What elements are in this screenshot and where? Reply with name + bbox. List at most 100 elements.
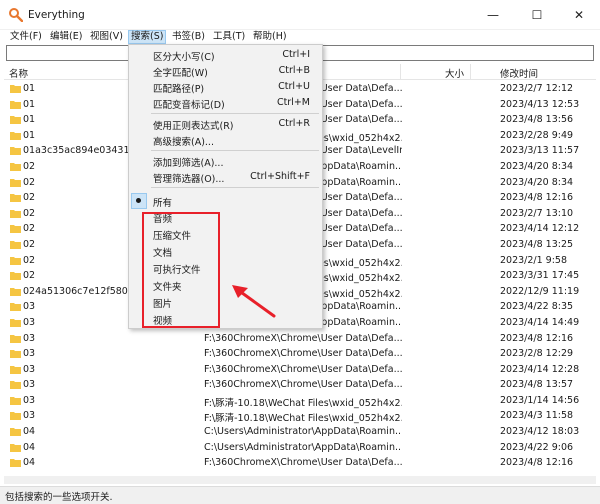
menu-bar: 文件(F) 编辑(E) 视图(V) 搜索(S) 书签(B) 工具(T) 帮助(H… [0,30,600,44]
folder-icon [10,428,21,437]
file-path: F:\豚清-10.18\WeChat Files\wxid_052h4x2... [204,397,402,409]
column-divider[interactable] [470,64,471,80]
folder-icon [10,162,21,171]
menu-separator [151,150,319,151]
table-row[interactable]: 03 F:\360ChromeX\Chrome\User Data\Defa...… [4,362,596,378]
menu-separator [151,113,319,114]
file-modified-time: 2023/4/8 12:16 [500,457,574,469]
file-name: 03 [23,316,36,328]
menu-view[interactable]: 视图(V) [88,30,125,44]
close-icon: ✕ [573,8,585,22]
file-path: F:\360ChromeX\Chrome\User Data\Defa... [204,348,402,360]
column-name[interactable]: 名称 [9,66,28,80]
menu-help[interactable]: 帮助(H) [251,30,289,44]
file-name: 03 [23,410,36,422]
menu-tools[interactable]: 工具(T) [211,30,247,44]
file-name: 03 [23,301,36,313]
file-modified-time: 2023/2/7 12:12 [500,83,574,94]
menu-item-shortcut: Ctrl+R [278,118,310,129]
file-modified-time: 2023/4/12 18:03 [500,426,580,438]
menu-item-match-diacritics[interactable]: 匹配变音标记(D) Ctrl+M [129,95,322,111]
file-modified-time: 2023/4/22 8:35 [500,301,574,313]
menu-item-whole-word[interactable]: 全字匹配(W) Ctrl+B [129,63,322,79]
folder-icon [10,443,21,452]
file-modified-time: 2023/2/8 12:29 [500,348,574,360]
folder-icon [10,178,21,187]
file-name: 03 [23,379,36,391]
menu-item-shortcut: Ctrl+Shift+F [250,171,310,182]
file-name: 01 [23,98,36,110]
column-modified[interactable]: 修改时间 [500,66,538,80]
file-path: F:\360ChromeX\Chrome\User Data\Defa... [204,457,402,469]
file-path: F:\360ChromeX\Chrome\User Data\Defa... [204,379,402,391]
file-name: 02 [23,223,36,235]
file-modified-time: 2023/4/3 11:58 [500,410,574,422]
file-name: 01 [23,114,36,126]
menu-item-match-path[interactable]: 匹配路径(P) Ctrl+U [129,79,322,95]
folder-icon [10,303,21,312]
file-modified-time: 2023/3/13 11:57 [500,145,580,157]
menu-item-filter-all[interactable]: 所有 [129,193,322,209]
maximize-button[interactable]: ☐ [516,0,558,30]
file-modified-time: 2023/4/14 12:12 [500,223,580,235]
folder-icon [10,116,21,125]
menu-item-label: 所有 [153,198,173,209]
table-row[interactable]: 03 F:\360ChromeX\Chrome\User Data\Defa...… [4,377,596,393]
file-name: 01a3c35ac894e0343124 [23,145,142,157]
menu-item-shortcut: Ctrl+B [278,65,310,76]
folder-icon [10,381,21,390]
table-row[interactable]: 04 C:\Users\Administrator\AppData\Roamin.… [4,424,596,440]
everything-app-icon [9,8,23,22]
file-modified-time: 2023/4/13 12:53 [500,98,580,110]
file-name: 02 [23,207,36,219]
horizontal-scrollbar[interactable] [4,476,596,484]
menu-item-match-case[interactable]: 区分大小写(C) Ctrl+I [129,47,322,63]
table-row[interactable]: 03 F:\豚清-10.18\WeChat Files\wxid_052h4x2.… [4,393,596,409]
column-divider[interactable] [400,64,401,80]
folder-icon [10,412,21,421]
file-name: 03 [23,332,36,344]
file-path: F:\豚清-10.18\WeChat Files\wxid_052h4x2... [204,413,402,425]
file-path: F:\360ChromeX\Chrome\User Data\Defa... [204,363,402,375]
menu-separator [151,187,319,188]
menu-search[interactable]: 搜索(S) [128,30,167,44]
folder-icon [10,350,21,359]
table-row[interactable]: 03 F:\豚清-10.18\WeChat Files\wxid_052h4x2.… [4,408,596,424]
file-modified-time: 2023/4/14 14:49 [500,316,580,328]
file-modified-time: 2023/4/8 13:57 [500,379,574,391]
file-path: F:\360ChromeX\Chrome\User Data\Defa... [204,332,402,344]
close-button[interactable]: ✕ [558,0,600,30]
folder-icon [10,209,21,218]
menu-item-regex[interactable]: 使用正则表达式(R) Ctrl+R [129,116,322,132]
table-row[interactable]: 03 F:\360ChromeX\Chrome\User Data\Defa...… [4,346,596,362]
column-size[interactable]: 大小 [445,66,464,80]
menu-item-advanced-search[interactable]: 高级搜索(A)... [129,132,322,148]
folder-icon [10,100,21,109]
menu-bookmarks[interactable]: 书签(B) [170,30,207,44]
file-name: 01 [23,83,36,94]
file-modified-time: 2023/1/14 14:56 [500,394,580,406]
table-row[interactable]: 04 F:\360ChromeX\Chrome\User Data\Defa...… [4,455,596,471]
file-name: 03 [23,348,36,360]
file-name: 02 [23,160,36,172]
menu-edit[interactable]: 编辑(E) [48,30,84,44]
folder-icon [10,147,21,156]
annotation-highlight-box [142,212,220,328]
menu-item-manage-filters[interactable]: 管理筛选器(O)... Ctrl+Shift+F [129,169,322,185]
file-name: 04 [23,441,36,453]
menu-item-label: 使用正则表达式(R) [153,121,234,132]
file-name: 02 [23,238,36,250]
table-row[interactable]: 03 F:\360ChromeX\Chrome\User Data\Defa...… [4,331,596,347]
file-modified-time: 2023/4/14 12:28 [500,363,580,375]
folder-icon [10,365,21,374]
file-modified-time: 2023/2/7 13:10 [500,207,574,219]
file-name: 02 [23,176,36,188]
file-name: 02 [23,192,36,204]
menu-item-label: 添加到筛选(A)... [153,158,224,169]
menu-file[interactable]: 文件(F) [8,30,44,44]
folder-icon [10,318,21,327]
menu-item-add-filter[interactable]: 添加到筛选(A)... [129,153,322,169]
table-row[interactable]: 04 C:\Users\Administrator\AppData\Roamin.… [4,440,596,456]
minimize-button[interactable]: — [472,0,514,30]
folder-icon [10,459,21,468]
